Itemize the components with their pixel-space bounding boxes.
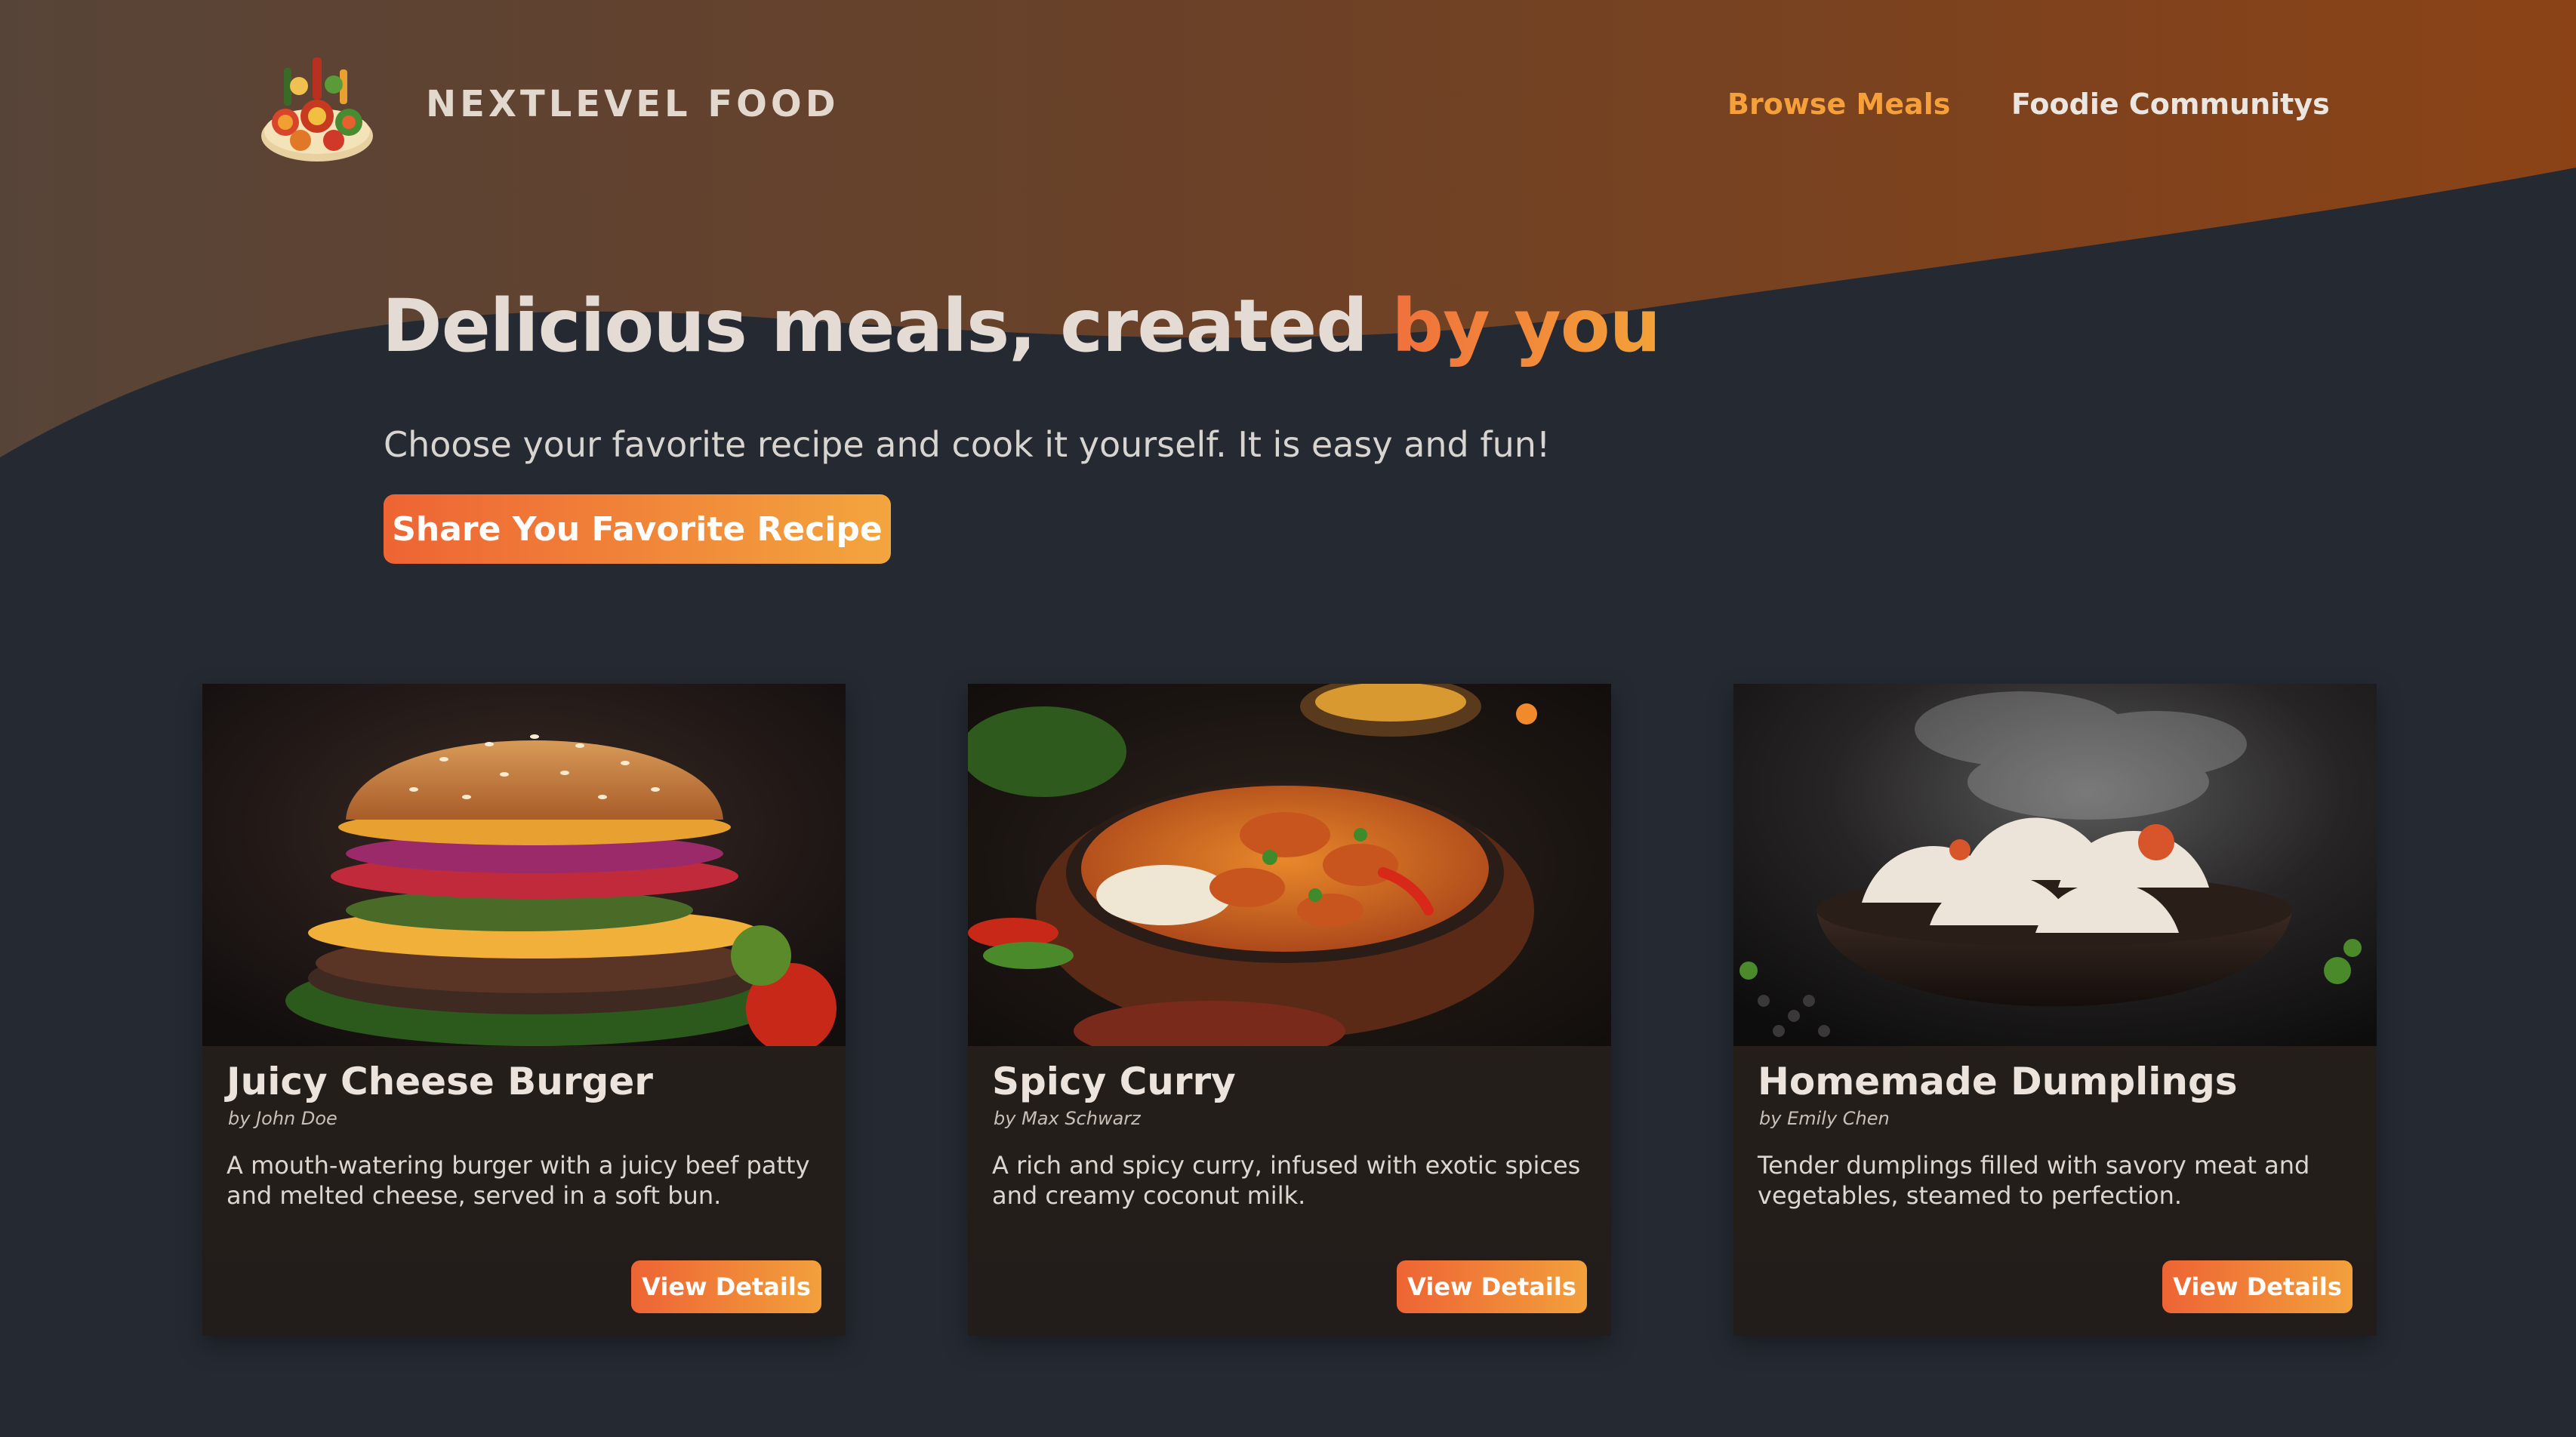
view-details-button[interactable]: View Details	[2162, 1260, 2353, 1313]
food-platter-logo-icon[interactable]	[255, 47, 379, 168]
meal-author: by John Doe	[228, 1108, 337, 1129]
meal-card: Homemade Dumplings by Emily Chen Tender …	[1733, 684, 2377, 1336]
meal-title: Homemade Dumplings	[1758, 1060, 2238, 1103]
page: NEXTLEVEL FOOD Browse Meals Foodie Commu…	[0, 0, 2576, 1437]
hero-subtitle: Choose your favorite recipe and cook it …	[384, 424, 1551, 465]
curry-photo	[968, 684, 1611, 1046]
meal-summary: Tender dumplings filled with savory meat…	[1758, 1151, 2310, 1210]
view-details-button[interactable]: View Details	[1397, 1260, 1587, 1313]
meal-summary: A rich and spicy curry, infused with exo…	[992, 1151, 1581, 1210]
nav-foodie-community[interactable]: Foodie Communitys	[2011, 88, 2330, 121]
dumplings-photo	[1733, 684, 2377, 1046]
hero-title-main: Delicious meals, created	[382, 284, 1368, 368]
nav-browse-meals[interactable]: Browse Meals	[1727, 88, 1950, 121]
site-header: NEXTLEVEL FOOD Browse Meals Foodie Commu…	[0, 0, 2576, 211]
meal-author: by Emily Chen	[1759, 1108, 1890, 1129]
meal-title: Juicy Cheese Burger	[226, 1060, 653, 1103]
meal-author: by Max Schwarz	[994, 1108, 1141, 1129]
hero-title: Delicious meals, created by you	[382, 284, 1661, 368]
brand-name[interactable]: NEXTLEVEL FOOD	[426, 83, 840, 125]
share-recipe-button[interactable]: Share You Favorite Recipe	[384, 494, 891, 564]
meal-title: Spicy Curry	[992, 1060, 1236, 1103]
meal-card: Spicy Curry by Max Schwarz A rich and sp…	[968, 684, 1611, 1336]
meal-summary: A mouth-watering burger with a juicy bee…	[226, 1151, 810, 1210]
meal-card: Juicy Cheese Burger by John Doe A mouth-…	[202, 684, 846, 1336]
burger-photo	[202, 684, 846, 1046]
hero-title-highlight: by you	[1391, 284, 1661, 368]
view-details-button[interactable]: View Details	[631, 1260, 821, 1313]
